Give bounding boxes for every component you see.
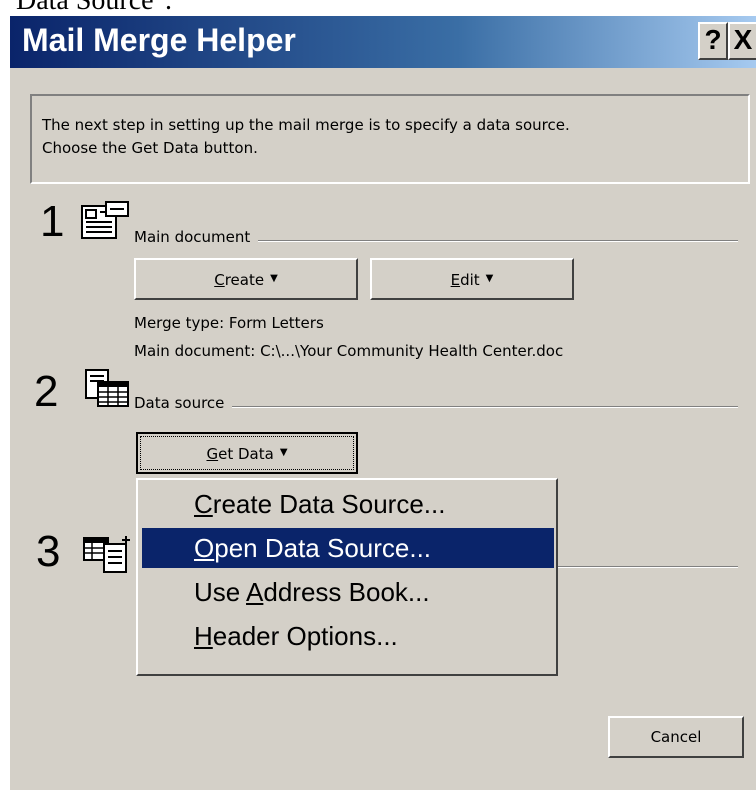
menu-item-mnemonic: H bbox=[194, 621, 213, 651]
edit-button-label: dit bbox=[460, 271, 480, 289]
menu-item-label: ddress Book... bbox=[263, 577, 430, 607]
help-button[interactable]: ? bbox=[698, 22, 728, 60]
edit-button[interactable]: Edit ▼ bbox=[370, 258, 574, 300]
focus-rectangle bbox=[140, 436, 354, 470]
close-button[interactable]: X bbox=[728, 22, 756, 60]
menu-item-label: pen Data Source... bbox=[214, 533, 432, 563]
menu-item-label: reate Data Source... bbox=[212, 489, 446, 519]
menu-item-open-data-source[interactable]: Open Data Source... bbox=[142, 528, 554, 568]
menu-item-header-options[interactable]: Header Options... bbox=[142, 616, 554, 656]
instruction-line-1: The next step in setting up the mail mer… bbox=[42, 116, 570, 134]
menu-item-mnemonic: C bbox=[194, 489, 213, 519]
cancel-button[interactable]: Cancel bbox=[608, 716, 744, 758]
menu-item-label: eader Options... bbox=[212, 621, 398, 651]
create-button-label: reate bbox=[224, 271, 265, 289]
dialog-title: Mail Merge Helper bbox=[22, 22, 296, 58]
menu-item-mnemonic: A bbox=[246, 577, 264, 607]
dropdown-arrow-icon: ▼ bbox=[485, 273, 494, 284]
create-button-mnemonic: C bbox=[214, 271, 225, 289]
main-document-path-text: Main document: C:\...\Your Community Hea… bbox=[134, 342, 564, 360]
title-bar[interactable]: Mail Merge Helper ? X bbox=[10, 16, 756, 68]
step-2-number: 2 bbox=[34, 367, 59, 416]
step-3-number: 3 bbox=[36, 527, 61, 576]
main-document-label: Main document bbox=[134, 228, 259, 246]
dropdown-arrow-icon: ▼ bbox=[270, 273, 278, 284]
instruction-box: The next step in setting up the mail mer… bbox=[30, 94, 750, 184]
menu-item-use-address-book[interactable]: Use Address Book... bbox=[142, 572, 554, 612]
menu-item-mnemonic: O bbox=[194, 533, 215, 563]
menu-item-create-data-source[interactable]: Create Data Source... bbox=[142, 484, 554, 524]
data-source-icon bbox=[85, 369, 129, 407]
edit-button-mnemonic: E bbox=[450, 271, 461, 289]
main-document-icon bbox=[81, 201, 129, 239]
get-data-dropdown-menu: Create Data Source... Open Data Source..… bbox=[136, 478, 558, 676]
data-source-label: Data source bbox=[134, 394, 233, 412]
merge-type-text: Merge type: Form Letters bbox=[134, 314, 324, 332]
menu-item-prefix: Use bbox=[194, 577, 247, 607]
create-button[interactable]: Create ▼ bbox=[134, 258, 358, 300]
step-1-number: 1 bbox=[40, 197, 65, 246]
mail-merge-helper-dialog: Mail Merge Helper ? X The next step in s… bbox=[8, 14, 756, 790]
merge-icon bbox=[83, 536, 130, 573]
get-data-button[interactable]: Get Data ▼ bbox=[136, 432, 358, 474]
instruction-line-2: Choose the Get Data button. bbox=[42, 139, 258, 157]
